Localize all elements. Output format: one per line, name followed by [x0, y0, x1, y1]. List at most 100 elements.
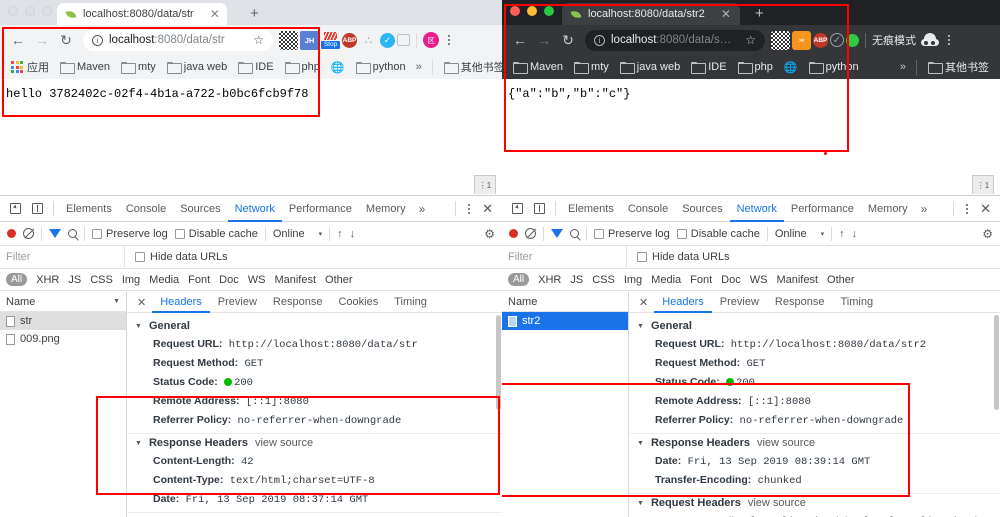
type-filter-font[interactable]: Font — [188, 274, 210, 286]
type-filter-other[interactable]: Other — [325, 274, 353, 286]
type-filter-xhr[interactable]: XHR — [36, 274, 59, 286]
forward-button[interactable]: → — [31, 29, 53, 51]
section-general[interactable]: ▼ General — [127, 317, 502, 335]
tab-memory[interactable]: Memory — [861, 196, 915, 222]
bookmarks-overflow-icon[interactable]: » — [897, 61, 909, 73]
chevron-down-icon[interactable]: ▼ — [113, 298, 120, 305]
hierarchy-extension-icon[interactable]: ∴ — [359, 31, 378, 50]
checkbox[interactable] — [677, 229, 687, 239]
qrcode-extension-icon[interactable] — [279, 31, 298, 50]
section-request-headers[interactable]: ▼ Request Headers view source — [127, 513, 502, 517]
inspect-element-icon[interactable] — [506, 198, 528, 220]
type-filter-font[interactable]: Font — [690, 274, 712, 286]
panel-tabs-overflow-icon[interactable]: » — [413, 202, 432, 216]
headers-scroll-right[interactable]: ▼ General Request URL: http://localhost:… — [629, 313, 1000, 517]
record-button[interactable] — [7, 229, 16, 238]
search-icon[interactable] — [570, 229, 579, 238]
list-item[interactable]: str2 — [502, 312, 628, 330]
filter-input[interactable]: Filter — [502, 246, 627, 269]
type-filter-xhr[interactable]: XHR — [538, 274, 561, 286]
type-filter-manifest[interactable]: Manifest — [274, 274, 316, 286]
incognito-indicator[interactable]: 无痕模式 — [872, 32, 939, 48]
checkbox[interactable] — [135, 252, 145, 262]
bookmarks-overflow-icon[interactable]: » — [413, 61, 425, 73]
adblock-plus-icon[interactable]: ABP — [813, 33, 828, 48]
detail-tab-preview[interactable]: Preview — [210, 292, 265, 313]
info-icon[interactable]: i — [594, 35, 605, 46]
tab-sources[interactable]: Sources — [173, 196, 227, 222]
bookmark-globe[interactable]: 🌐 — [327, 59, 349, 76]
type-filter-media[interactable]: Media — [651, 274, 681, 286]
type-filter-doc[interactable]: Doc — [219, 274, 239, 286]
checkbox[interactable] — [92, 229, 102, 239]
check-extension-icon[interactable]: ✓ — [380, 33, 395, 48]
export-har-icon[interactable]: ↓ — [350, 228, 356, 240]
stop-extension-icon[interactable]: Stop — [321, 31, 340, 50]
close-icon[interactable]: ✕ — [210, 7, 220, 21]
bookmark-maven[interactable]: Maven — [56, 59, 114, 75]
window-controls-right[interactable] — [510, 6, 554, 16]
bookmark-ide[interactable]: IDE — [687, 59, 730, 75]
address-bar[interactable]: i localhost:8080/data/str ☆ — [83, 30, 273, 51]
bookmark-php[interactable]: php — [734, 59, 777, 75]
bookmark-star-icon[interactable]: ☆ — [745, 33, 756, 47]
detail-tab-headers[interactable]: Headers — [654, 292, 712, 313]
view-source-link[interactable]: view source — [748, 497, 806, 509]
tab-performance[interactable]: Performance — [282, 196, 359, 222]
new-tab-button[interactable]: + — [250, 5, 259, 22]
bookmark-php[interactable]: php — [281, 59, 324, 75]
back-button[interactable]: ← — [7, 29, 29, 51]
bookmark-java-web[interactable]: java web — [616, 59, 684, 75]
detail-tab-response[interactable]: Response — [265, 292, 331, 313]
request-list-header[interactable]: Name — [502, 292, 628, 312]
bookmark-ide[interactable]: IDE — [234, 59, 277, 75]
disable-cache-checkbox[interactable]: Disable cache — [175, 228, 258, 240]
bookmark-mty[interactable]: mty — [570, 59, 613, 75]
forward-button[interactable]: → — [533, 29, 555, 51]
jh-extension-icon[interactable]: JH — [300, 31, 319, 50]
preserve-log-checkbox[interactable]: Preserve log — [92, 228, 168, 240]
detail-tab-timing[interactable]: Timing — [386, 292, 435, 313]
filter-input[interactable]: Filter — [0, 246, 125, 269]
type-filter-media[interactable]: Media — [149, 274, 179, 286]
hide-data-urls-checkbox[interactable]: Hide data URLs — [125, 251, 228, 263]
devtools-close-icon[interactable]: ✕ — [477, 201, 498, 217]
filter-icon[interactable] — [551, 229, 563, 238]
back-button[interactable]: ← — [509, 29, 531, 51]
bookmark-other[interactable]: 其他书签 — [924, 57, 993, 77]
clear-button[interactable] — [23, 228, 34, 239]
throttling-select[interactable]: Online▾ — [273, 228, 322, 240]
preserve-log-checkbox[interactable]: Preserve log — [594, 228, 670, 240]
address-bar[interactable]: i localhost:8080/data/s… ☆ — [585, 30, 765, 51]
throttling-select[interactable]: Online▾ — [775, 228, 824, 240]
tab-elements[interactable]: Elements — [561, 196, 621, 222]
reload-button[interactable]: ↻ — [557, 29, 579, 51]
panel-tabs-overflow-icon[interactable]: » — [915, 202, 934, 216]
tab-network[interactable]: Network — [730, 196, 784, 222]
screenshot-extension-icon[interactable] — [397, 34, 410, 46]
inspect-element-icon[interactable] — [4, 198, 26, 220]
window-controls-left[interactable] — [8, 6, 52, 16]
type-filter-manifest[interactable]: Manifest — [776, 274, 818, 286]
gear-icon[interactable]: ⚙ — [484, 227, 495, 241]
tab-console[interactable]: Console — [119, 196, 173, 222]
bookmark-apps[interactable]: 应用 — [7, 57, 53, 77]
qrcode-extension-icon[interactable] — [771, 31, 790, 50]
type-filter-js[interactable]: JS — [68, 274, 81, 286]
bookmark-maven[interactable]: Maven — [509, 59, 567, 75]
filter-icon[interactable] — [49, 229, 61, 238]
wbiao-extension-icon[interactable]: ≫ — [792, 31, 811, 50]
search-icon[interactable] — [68, 229, 77, 238]
type-filter-all[interactable]: All — [508, 273, 529, 286]
detail-tab-headers[interactable]: Headers — [152, 292, 210, 313]
kebab-menu-icon[interactable] — [941, 35, 957, 45]
devtools-close-icon[interactable]: ✕ — [975, 201, 996, 217]
section-general[interactable]: ▼ General — [629, 317, 1000, 335]
devtools-menu-icon[interactable] — [959, 204, 975, 214]
detail-tab-response[interactable]: Response — [767, 292, 833, 313]
bookmark-star-icon[interactable]: ☆ — [253, 33, 264, 47]
disable-cache-checkbox[interactable]: Disable cache — [677, 228, 760, 240]
type-filter-doc[interactable]: Doc — [721, 274, 741, 286]
view-source-link[interactable]: view source — [757, 437, 815, 449]
list-item[interactable]: 009.png — [0, 330, 126, 348]
